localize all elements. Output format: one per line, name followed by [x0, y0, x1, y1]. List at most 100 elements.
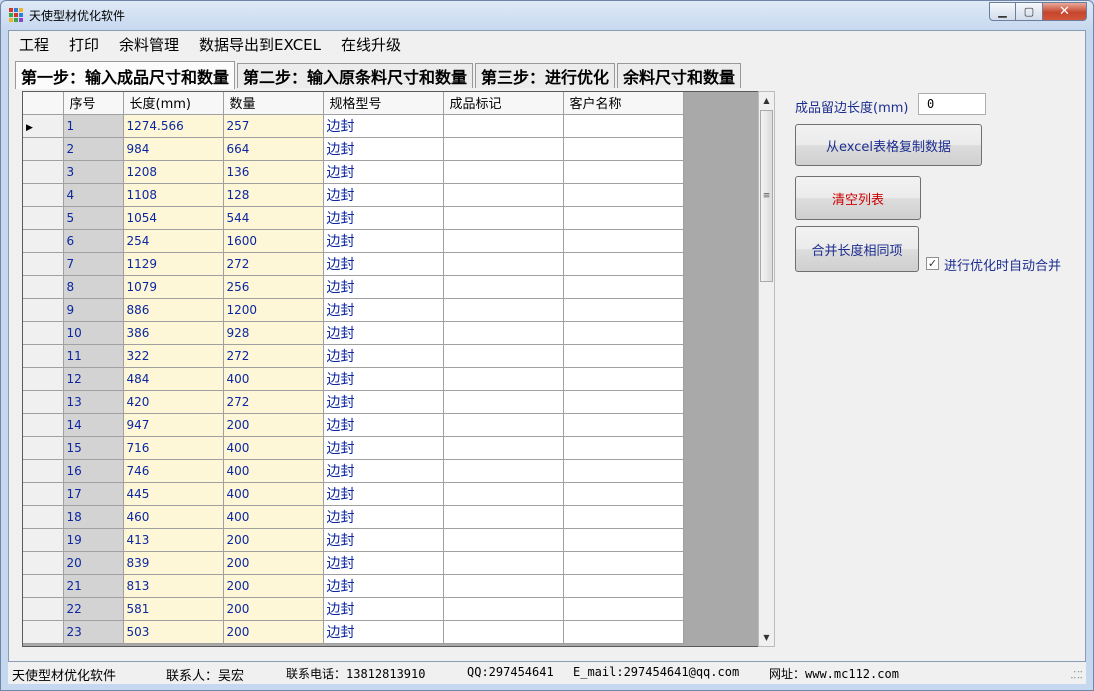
cell-quantity[interactable]: 664: [223, 137, 324, 161]
cell-quantity[interactable]: 200: [223, 597, 324, 621]
cell-length[interactable]: 746: [123, 459, 224, 483]
row-header[interactable]: [23, 367, 64, 391]
cell-spec[interactable]: 边封: [323, 505, 444, 529]
column-header-spec[interactable]: 规格型号: [323, 92, 444, 115]
cell-customer[interactable]: [563, 344, 684, 368]
cell-mark[interactable]: [443, 597, 564, 621]
cell-customer[interactable]: [563, 482, 684, 506]
table-row[interactable]: 13 420 272 边封: [23, 390, 684, 414]
cell-length[interactable]: 1274.566: [123, 114, 224, 138]
row-header[interactable]: [23, 436, 64, 460]
cell-spec[interactable]: 边封: [323, 275, 444, 299]
cell-customer[interactable]: [563, 528, 684, 552]
cell-quantity[interactable]: 200: [223, 574, 324, 598]
cell-spec[interactable]: 边封: [323, 298, 444, 322]
minimize-button[interactable]: ▁: [989, 2, 1016, 21]
cell-spec[interactable]: 边封: [323, 160, 444, 184]
table-row[interactable]: 5 1054 544 边封: [23, 206, 684, 230]
menu-online-upgrade[interactable]: 在线升级: [331, 31, 411, 57]
cell-seq[interactable]: 10: [63, 321, 124, 345]
cell-seq[interactable]: 6: [63, 229, 124, 253]
cell-quantity[interactable]: 200: [223, 551, 324, 575]
cell-length[interactable]: 947: [123, 413, 224, 437]
cell-mark[interactable]: [443, 137, 564, 161]
cell-seq[interactable]: 18: [63, 505, 124, 529]
cell-length[interactable]: 445: [123, 482, 224, 506]
row-header[interactable]: [23, 528, 64, 552]
cell-spec[interactable]: 边封: [323, 574, 444, 598]
cell-customer[interactable]: [563, 252, 684, 276]
row-header[interactable]: [23, 505, 64, 529]
cell-mark[interactable]: [443, 298, 564, 322]
row-header-corner[interactable]: [23, 92, 64, 115]
row-header[interactable]: [23, 206, 64, 230]
cell-quantity[interactable]: 272: [223, 390, 324, 414]
cell-quantity[interactable]: 136: [223, 160, 324, 184]
row-header[interactable]: [23, 160, 64, 184]
tab-step3-optimize[interactable]: 第三步：进行优化: [475, 63, 616, 88]
table-row[interactable]: 19 413 200 边封: [23, 528, 684, 552]
cell-spec[interactable]: 边封: [323, 551, 444, 575]
table-row[interactable]: 16 746 400 边封: [23, 459, 684, 483]
cell-spec[interactable]: 边封: [323, 183, 444, 207]
cell-mark[interactable]: [443, 574, 564, 598]
cell-mark[interactable]: [443, 413, 564, 437]
table-row[interactable]: 6 254 1600 边封: [23, 229, 684, 253]
cell-seq[interactable]: 14: [63, 413, 124, 437]
column-header-length[interactable]: 长度(mm): [123, 92, 224, 115]
cell-length[interactable]: 1208: [123, 160, 224, 184]
cell-mark[interactable]: [443, 183, 564, 207]
cell-customer[interactable]: [563, 367, 684, 391]
cell-mark[interactable]: [443, 528, 564, 552]
row-header[interactable]: [23, 413, 64, 437]
cell-mark[interactable]: [443, 344, 564, 368]
cell-spec[interactable]: 边封: [323, 620, 444, 644]
menu-remnant-management[interactable]: 余料管理: [109, 31, 189, 57]
cell-customer[interactable]: [563, 114, 684, 138]
cell-customer[interactable]: [563, 206, 684, 230]
cell-seq[interactable]: 2: [63, 137, 124, 161]
cell-length[interactable]: 1108: [123, 183, 224, 207]
cell-spec[interactable]: 边封: [323, 413, 444, 437]
table-row[interactable]: 23 503 200 边封: [23, 620, 684, 644]
cell-quantity[interactable]: 400: [223, 367, 324, 391]
cell-mark[interactable]: [443, 206, 564, 230]
row-header[interactable]: [23, 298, 64, 322]
cell-seq[interactable]: 3: [63, 160, 124, 184]
row-header[interactable]: [23, 229, 64, 253]
cell-mark[interactable]: [443, 252, 564, 276]
cell-seq[interactable]: 7: [63, 252, 124, 276]
table-row[interactable]: 22 581 200 边封: [23, 597, 684, 621]
copy-from-excel-button[interactable]: 从excel表格复制数据: [795, 124, 982, 166]
cell-mark[interactable]: [443, 482, 564, 506]
cell-mark[interactable]: [443, 321, 564, 345]
cell-customer[interactable]: [563, 574, 684, 598]
cell-customer[interactable]: [563, 620, 684, 644]
cell-length[interactable]: 581: [123, 597, 224, 621]
menu-export-excel[interactable]: 数据导出到EXCEL: [189, 31, 331, 57]
grid-vertical-scrollbar[interactable]: ▲ ≡ ▼: [758, 91, 775, 647]
cell-spec[interactable]: 边封: [323, 137, 444, 161]
tab-remnants[interactable]: 余料尺寸和数量: [617, 63, 742, 88]
row-header[interactable]: ▶: [23, 114, 64, 138]
cell-customer[interactable]: [563, 298, 684, 322]
auto-merge-checkbox[interactable]: ✓: [926, 257, 939, 270]
cell-quantity[interactable]: 200: [223, 620, 324, 644]
cell-customer[interactable]: [563, 137, 684, 161]
cell-length[interactable]: 1054: [123, 206, 224, 230]
clear-list-button[interactable]: 清空列表: [795, 176, 921, 220]
cell-spec[interactable]: 边封: [323, 436, 444, 460]
row-header[interactable]: [23, 137, 64, 161]
cell-customer[interactable]: [563, 436, 684, 460]
merge-same-length-button[interactable]: 合并长度相同项: [795, 226, 919, 272]
cell-mark[interactable]: [443, 114, 564, 138]
cell-quantity[interactable]: 400: [223, 459, 324, 483]
cell-mark[interactable]: [443, 436, 564, 460]
cell-customer[interactable]: [563, 160, 684, 184]
cell-seq[interactable]: 4: [63, 183, 124, 207]
table-row[interactable]: 12 484 400 边封: [23, 367, 684, 391]
cell-length[interactable]: 413: [123, 528, 224, 552]
cell-seq[interactable]: 11: [63, 344, 124, 368]
row-header[interactable]: [23, 252, 64, 276]
cell-customer[interactable]: [563, 459, 684, 483]
